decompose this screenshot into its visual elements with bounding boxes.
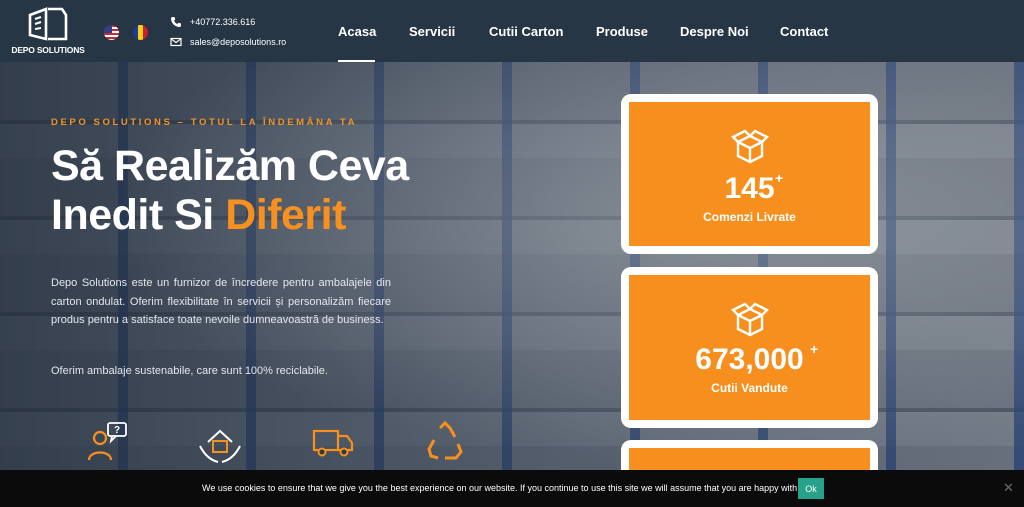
flag-ro-icon[interactable] bbox=[133, 25, 148, 40]
support-icon: ? bbox=[87, 422, 127, 461]
stat-card-boxes: 673,000 + Cutii Vandute bbox=[621, 267, 878, 428]
stat-card-inner: 145 + Comenzi Livrate bbox=[629, 102, 870, 246]
phone-icon bbox=[171, 17, 181, 27]
nav-contact[interactable]: Contact bbox=[780, 24, 828, 39]
nav-produse[interactable]: Produse bbox=[596, 24, 648, 39]
logo-mark-icon bbox=[28, 7, 68, 41]
cookie-bar: We use cookies to ensure that we give yo… bbox=[0, 470, 1024, 507]
hero-title-line2: Inedit Si Diferit bbox=[51, 191, 531, 240]
phone-text: +40772.336.616 bbox=[190, 17, 256, 27]
stat-card-orders: 145 + Comenzi Livrate bbox=[621, 94, 878, 254]
hero-description-2: Oferim ambalaje sustenabile, care sunt 1… bbox=[51, 365, 328, 377]
hero-title: Să Realizăm Ceva Inedit Si Diferit bbox=[51, 142, 531, 240]
box-icon bbox=[730, 129, 769, 164]
cookie-ok-button[interactable]: Ok bbox=[798, 478, 824, 499]
hero-description: Depo Solutions este un furnizor de încre… bbox=[51, 277, 391, 326]
recycle-icon bbox=[427, 420, 463, 460]
logo-text: DEPO SOLUTIONS bbox=[11, 45, 85, 55]
cookie-text: We use cookies to ensure that we give yo… bbox=[202, 483, 807, 493]
stat-plus: + bbox=[810, 341, 819, 357]
phone-contact[interactable]: +40772.336.616 bbox=[170, 16, 255, 28]
email-text: sales@deposolutions.ro bbox=[190, 37, 287, 47]
close-icon[interactable]: ✕ bbox=[1003, 480, 1014, 496]
hero-tagline: DEPO SOLUTIONS – TOTUL LA ÎNDEMÂNA TA bbox=[51, 117, 358, 128]
logo[interactable]: DEPO SOLUTIONS bbox=[10, 7, 86, 57]
envelope-icon bbox=[170, 37, 182, 47]
delivery-truck-icon bbox=[312, 429, 354, 457]
stat-value: 145 bbox=[724, 172, 775, 205]
stat-label: Comenzi Livrate bbox=[703, 210, 796, 224]
stat-plus: + bbox=[775, 170, 784, 186]
nav-cutii-carton[interactable]: Cutii Carton bbox=[489, 24, 563, 39]
home-care-icon bbox=[199, 429, 241, 463]
stat-value: 673,000 bbox=[695, 343, 804, 376]
email-contact[interactable]: sales@deposolutions.ro bbox=[170, 36, 286, 48]
svg-text:?: ? bbox=[114, 425, 120, 436]
site-header: DEPO SOLUTIONS +40772.336.616 sales@depo… bbox=[0, 0, 1024, 62]
nav-servicii[interactable]: Servicii bbox=[409, 24, 455, 39]
stat-card-inner: 673,000 + Cutii Vandute bbox=[629, 275, 870, 420]
box-icon bbox=[730, 302, 769, 337]
hero-title-line2-a: Inedit Si bbox=[51, 191, 226, 239]
flag-us-icon[interactable] bbox=[104, 25, 119, 40]
nav-despre-noi[interactable]: Despre Noi bbox=[680, 24, 749, 39]
hero-title-line1: Să Realizăm Ceva bbox=[51, 142, 409, 190]
stat-label: Cutii Vandute bbox=[711, 381, 788, 395]
hero-title-accent: Diferit bbox=[225, 191, 346, 239]
nav-acasa[interactable]: Acasa bbox=[338, 24, 376, 39]
